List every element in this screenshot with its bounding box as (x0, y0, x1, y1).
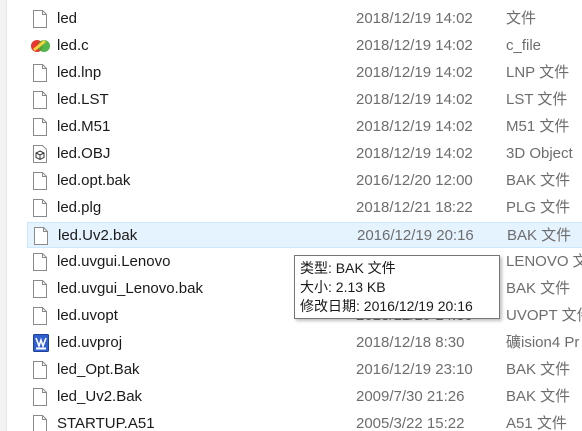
file-type: PLG 文件 (506, 199, 571, 216)
blank-file-icon (33, 388, 47, 406)
file-row[interactable]: led.lnp 2018/12/19 14:02 LNP 文件 (27, 60, 582, 86)
file-date-modified: 2018/12/18 8:30 (356, 334, 465, 351)
file-row[interactable]: led.M51 2018/12/19 14:02 M51 文件 (27, 114, 582, 140)
blank-file-icon (33, 199, 47, 217)
file-type: M51 文件 (506, 118, 570, 135)
file-row[interactable]: led.LST 2018/12/19 14:02 LST 文件 (27, 87, 582, 113)
tooltip-type: 类型: BAK 文件 (300, 260, 396, 276)
file-list-pane: led 2018/12/19 14:02 文件 led.c 2018/12/19 14:… (0, 0, 582, 431)
file-row[interactable]: led.uvproj 2018/12/18 8:30 礦ision4 Pr (27, 330, 582, 356)
file-info-tooltip: 类型: BAK 文件 大小: 2.13 KB 修改日期: 2016/12/19 … (294, 255, 500, 319)
file-name: led.uvgui.Lenovo (57, 253, 171, 270)
tooltip-modified: 修改日期: 2016/12/19 20:16 (300, 298, 473, 314)
file-name: led.OBJ (57, 145, 111, 162)
file-date-modified: 2018/12/19 14:02 (356, 64, 473, 81)
keil-project-icon (33, 334, 49, 352)
file-row[interactable]: led 2018/12/19 14:02 文件 (27, 6, 582, 32)
file-date-modified: 2009/7/30 21:26 (356, 388, 465, 405)
file-type: BAK 文件 (506, 280, 571, 297)
file-row[interactable]: led_Uv2.Bak 2009/7/30 21:26 BAK 文件 (27, 384, 582, 410)
file-type: LENOVO 文 (506, 253, 582, 270)
file-name: led.c (57, 37, 89, 54)
file-date-modified: 2018/12/19 14:02 (356, 118, 473, 135)
file-type: UVOPT 文件 (506, 307, 582, 324)
file-date-modified: 2018/12/19 14:02 (356, 91, 473, 108)
file-type: A51 文件 (506, 415, 567, 431)
file-date-modified: 2018/12/19 14:02 (356, 10, 473, 27)
blank-file-icon (33, 64, 47, 82)
file-name: led.uvopt (57, 307, 118, 324)
blank-file-icon (33, 118, 47, 136)
blank-file-icon (33, 172, 47, 190)
file-date-modified: 2016/12/19 23:10 (356, 361, 473, 378)
3d-object-icon (33, 145, 47, 163)
file-name: led_Opt.Bak (57, 361, 140, 378)
file-name: led.lnp (57, 64, 102, 81)
file-name: led.opt.bak (57, 172, 131, 189)
file-row[interactable]: led.c 2018/12/19 14:02 c_file (27, 33, 582, 59)
file-type: BAK 文件 (507, 227, 572, 244)
file-date-modified: 2018/12/19 14:02 (356, 145, 473, 162)
file-type: LNP 文件 (506, 64, 570, 81)
file-row[interactable]: led_Opt.Bak 2016/12/19 23:10 BAK 文件 (27, 357, 582, 383)
file-date-modified: 2018/12/21 18:22 (356, 199, 473, 216)
file-row[interactable]: led.Uv2.bak 2016/12/19 20:16 BAK 文件 (27, 222, 582, 248)
blank-file-icon (33, 280, 47, 298)
blank-file-icon (33, 253, 47, 271)
file-row[interactable]: led.plg 2018/12/21 18:22 PLG 文件 (27, 195, 582, 221)
file-date-modified: 2018/12/19 14:02 (356, 37, 473, 54)
file-type: 礦ision4 Pr (506, 334, 580, 351)
file-type: 文件 (506, 10, 537, 27)
file-type: BAK 文件 (506, 172, 571, 189)
file-name: led.Uv2.bak (58, 227, 138, 244)
file-type: BAK 文件 (506, 361, 571, 378)
file-name: led.plg (57, 199, 102, 216)
blank-file-icon (33, 361, 47, 379)
file-name: led.LST (57, 91, 109, 108)
tooltip-size: 大小: 2.13 KB (300, 279, 386, 295)
file-name: led.uvproj (57, 334, 123, 351)
file-name: led_Uv2.Bak (57, 388, 143, 405)
c-source-icon (30, 37, 50, 55)
file-date-modified: 2005/3/22 15:22 (356, 415, 465, 431)
blank-file-icon (33, 415, 47, 431)
file-type: LST 文件 (506, 91, 568, 108)
navigation-pane-edge (0, 0, 7, 431)
file-type: BAK 文件 (506, 388, 571, 405)
file-date-modified: 2016/12/20 12:00 (356, 172, 473, 189)
file-row[interactable]: led.OBJ 2018/12/19 14:02 3D Object (27, 141, 582, 167)
blank-file-icon (33, 91, 47, 109)
file-type: c_file (506, 37, 542, 54)
blank-file-icon (34, 227, 48, 245)
file-name: STARTUP.A51 (57, 415, 155, 431)
blank-file-icon (33, 10, 47, 28)
file-name: led (57, 10, 78, 27)
file-name: led.M51 (57, 118, 111, 135)
file-date-modified: 2016/12/19 20:16 (357, 227, 474, 244)
file-type: 3D Object (506, 145, 573, 162)
blank-file-icon (33, 307, 47, 325)
file-row[interactable]: led.opt.bak 2016/12/20 12:00 BAK 文件 (27, 168, 582, 194)
file-row[interactable]: STARTUP.A51 2005/3/22 15:22 A51 文件 (27, 411, 582, 431)
file-name: led.uvgui_Lenovo.bak (57, 280, 203, 297)
